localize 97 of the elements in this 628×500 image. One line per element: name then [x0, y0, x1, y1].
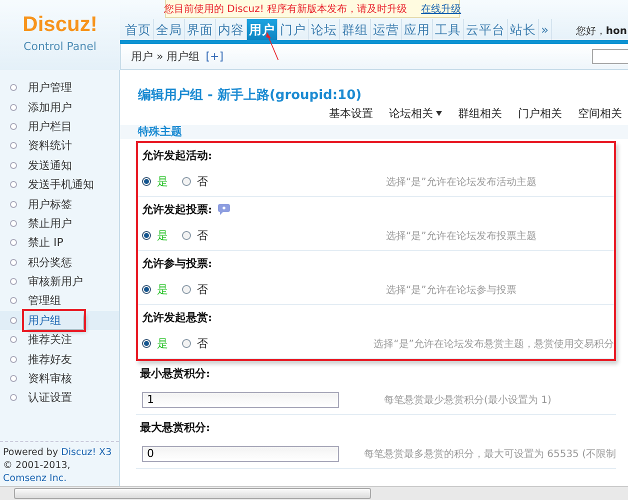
option-label: 是	[157, 174, 168, 189]
bullet-icon	[10, 104, 17, 111]
bullet-icon	[10, 122, 17, 130]
sidebar-item[interactable]: 添加用户	[0, 97, 119, 117]
option-label: 否	[197, 336, 208, 351]
bullet-icon	[10, 394, 17, 402]
bullet-icon	[10, 142, 17, 150]
radio-button[interactable]	[142, 339, 151, 348]
bullet-icon	[10, 375, 17, 382]
nav-tab[interactable]: 运营	[371, 19, 402, 40]
section-title: 特殊主题	[120, 125, 628, 139]
sidebar-item[interactable]: 审核新用户	[0, 272, 119, 292]
option-label: 否	[197, 174, 208, 189]
sidebar-item[interactable]: 用户栏目	[0, 116, 119, 136]
setting-label: 最大悬赏积分:	[140, 420, 210, 434]
nav-tab[interactable]: 首页	[123, 19, 154, 40]
setting-label: 允许发起活动:	[142, 148, 212, 162]
sidebar-item[interactable]: 用户标签	[0, 194, 119, 214]
breadcrumb: 用户 » 用户组	[131, 49, 200, 64]
sidebar-item[interactable]: 认证设置	[0, 388, 119, 408]
sidebar-item[interactable]: 发送手机通知	[0, 174, 119, 194]
nav-tab[interactable]: 云平台	[464, 19, 508, 40]
setting-label: 最小悬赏积分:	[140, 366, 210, 380]
radio-button[interactable]	[182, 339, 191, 348]
bullet-icon	[10, 278, 17, 286]
radio-button[interactable]	[182, 231, 191, 240]
sidebar-item[interactable]: 禁止用户	[0, 214, 119, 234]
sub-tab[interactable]: 基本设置	[329, 106, 373, 121]
sidebar-item[interactable]: 发送通知	[0, 156, 119, 175]
nav-tab[interactable]: 站长	[508, 19, 539, 40]
option-label: 否	[197, 282, 208, 297]
logo: Discuz!	[22, 14, 98, 36]
nav-tab[interactable]: 群组	[340, 19, 371, 40]
sidebar-item[interactable]: 用户管理	[0, 78, 119, 98]
sidebar-item[interactable]: 管理组	[0, 291, 119, 311]
option-label: 是	[157, 282, 168, 297]
copyright-text: © 2001-2013, Comsenz Inc.	[3, 459, 72, 485]
greeting: 您好，hon	[576, 25, 628, 38]
input-field[interactable]: 0	[142, 446, 339, 462]
bullet-icon	[10, 84, 17, 92]
logo-subtitle: Control Panel	[24, 40, 96, 54]
sidebar-item[interactable]: 资料统计	[0, 136, 119, 156]
powered-by-text: Powered by Discuz! X3	[3, 446, 113, 459]
setting-label: 允许参与投票:	[142, 256, 212, 270]
help-icon[interactable]	[218, 204, 230, 214]
page-title: 编辑用户组 - 新手上路(groupid:10)	[138, 86, 363, 104]
nav-tab[interactable]: »	[539, 19, 552, 40]
sub-tab[interactable]: 空间相关	[578, 106, 622, 121]
company-link[interactable]: Comsenz Inc.	[3, 473, 67, 484]
add-link[interactable]: [+]	[206, 50, 224, 63]
nav-tab[interactable]: 应用	[402, 19, 433, 40]
setting-label: 允许发起悬赏:	[142, 310, 212, 324]
setting-hint: 选择“是”允许在论坛参与投票	[386, 284, 516, 296]
bullet-icon	[10, 239, 17, 246]
setting-hint: 每笔悬赏最少悬赏积分(最小设置为 1)	[384, 394, 552, 406]
radio-button[interactable]	[182, 285, 191, 294]
horizontal-scrollbar[interactable]	[0, 486, 628, 500]
upgrade-link[interactable]: 在线升级	[421, 2, 462, 16]
bullet-icon	[10, 200, 17, 208]
sidebar-item[interactable]: 推荐好友	[0, 349, 119, 369]
bullet-icon	[10, 162, 17, 169]
radio-button[interactable]	[142, 177, 151, 186]
sub-tab[interactable]: 门户相关	[518, 106, 562, 121]
radio-button[interactable]	[142, 231, 151, 240]
nav-tab[interactable]: 界面	[185, 19, 216, 40]
option-label: 是	[157, 228, 168, 243]
sidebar-item[interactable]: 资料审核	[0, 368, 119, 388]
bullet-icon	[10, 336, 17, 344]
product-link[interactable]: Discuz! X3	[61, 447, 112, 458]
bullet-icon	[10, 258, 17, 266]
sidebar-item[interactable]: 禁止 IP	[0, 233, 119, 253]
sub-tab[interactable]: 群组相关	[458, 106, 502, 121]
nav-tab[interactable]: 门户	[278, 19, 309, 40]
notice-text: 您目前使用的 Discuz! 程序有新版本发布，请及时升级	[164, 2, 408, 16]
setting-hint: 每笔悬赏最多悬赏的积分，最大可设置为 65535 (不限制	[364, 448, 616, 460]
setting-label: 允许发起投票:	[142, 202, 212, 216]
radio-button[interactable]	[182, 177, 191, 186]
bullet-icon	[10, 297, 17, 304]
setting-hint: 选择“是”允许在论坛发布悬赏主题，悬赏使用交易积分	[374, 338, 614, 350]
option-label: 是	[157, 336, 168, 351]
sidebar-item[interactable]: 积分奖惩	[0, 252, 119, 272]
nav-tab[interactable]: 全局	[154, 19, 185, 40]
bullet-icon	[10, 356, 17, 363]
search-field[interactable]	[592, 49, 628, 64]
bullet-icon	[10, 220, 17, 227]
radio-button[interactable]	[142, 285, 151, 294]
nav-tab[interactable]: 论坛	[309, 19, 340, 40]
sub-tab[interactable]: 论坛相关	[389, 106, 442, 121]
bullet-icon	[10, 181, 17, 188]
setting-hint: 选择“是”允许在论坛发布投票主题	[386, 230, 536, 242]
input-field[interactable]: 1	[142, 392, 339, 408]
sidebar-item[interactable]: 推荐关注	[0, 330, 119, 350]
bullet-icon	[10, 316, 17, 324]
option-label: 否	[197, 228, 208, 243]
setting-hint: 选择“是”允许在论坛发布活动主题	[386, 176, 536, 188]
nav-tab[interactable]: 工具	[433, 19, 464, 40]
sidebar-item[interactable]: 用户组	[0, 310, 119, 330]
